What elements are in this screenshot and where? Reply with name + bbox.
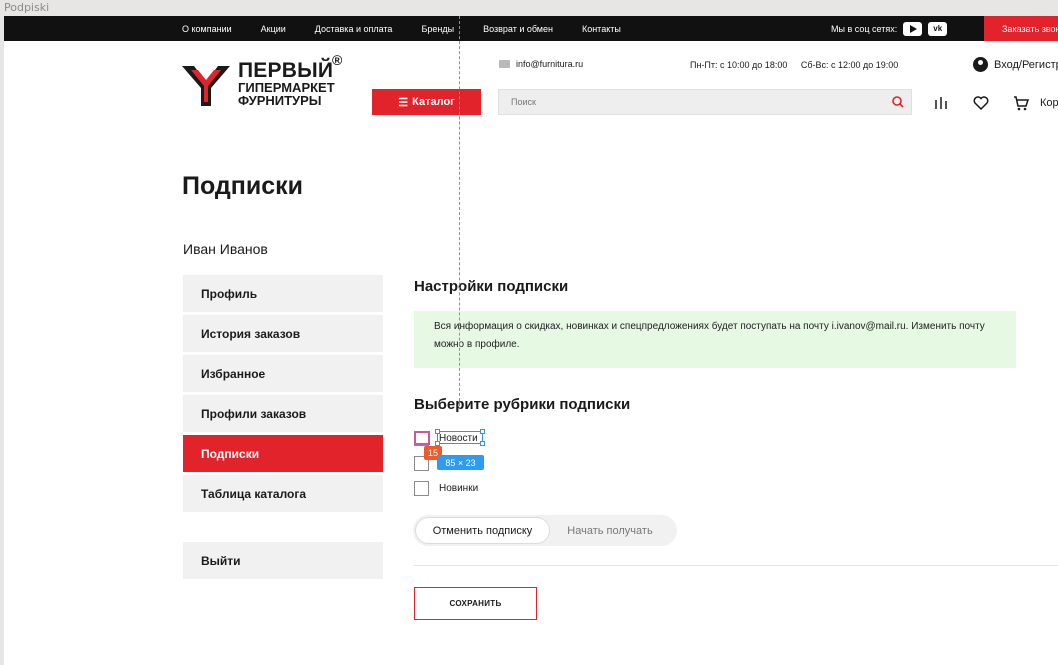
divider (414, 565, 1058, 566)
sidebar-item-favorites[interactable]: Избранное (183, 355, 383, 392)
selection-box (435, 429, 485, 446)
rubrics-title: Выберите рубрики подписки (414, 396, 631, 413)
catalog-button[interactable]: ☰ Каталог (372, 89, 481, 115)
selection-handle[interactable] (480, 441, 485, 446)
logo-mark-icon (182, 66, 230, 106)
work-hours: Пн-Пт: с 10:00 до 18:00 Сб-Вс: с 12:00 д… (690, 60, 909, 70)
social-label: Мы в соц сетях: (831, 23, 898, 34)
top-nav-contacts[interactable]: Контакты (582, 24, 621, 34)
size-badge: 85 × 23 (437, 455, 484, 470)
vk-icon[interactable]: vk (928, 21, 948, 36)
login-text: Вход/Регистрация (994, 58, 1058, 71)
start-receiving-option[interactable]: Начать получать (550, 517, 670, 544)
rubric-novelties-label: Новинки (439, 483, 479, 494)
search-icon[interactable] (885, 89, 911, 115)
page-title: Подписки (182, 172, 304, 200)
social-links: Мы в соц сетях: vk (831, 16, 948, 41)
cart-icon[interactable] (1012, 94, 1030, 112)
compare-icon[interactable] (932, 94, 950, 112)
sidebar-item-profile[interactable]: Профиль (183, 275, 383, 312)
selection-handle[interactable] (435, 429, 440, 434)
heart-icon[interactable] (972, 94, 990, 112)
email-text: info@furnitura.ru (516, 59, 584, 69)
top-nav-brands[interactable]: Бренды (421, 24, 454, 34)
top-bar: О компании Акции Доставка и оплата Бренд… (4, 16, 1058, 41)
layout-guide (459, 16, 460, 406)
rubric-novelties-checkbox[interactable] (414, 481, 429, 496)
frame-label: Podpiski (4, 1, 50, 14)
mail-icon (499, 60, 510, 68)
hours-weekdays: Пн-Пт: с 10:00 до 18:00 (690, 60, 788, 70)
sidebar-item-order-profiles[interactable]: Профили заказов (183, 395, 383, 432)
save-button[interactable]: СОХРАНИТЬ (414, 587, 537, 620)
sidebar-menu: Профиль История заказов Избранное Профил… (183, 275, 383, 515)
catalog-button-label: Каталог (412, 96, 455, 108)
search-bar (498, 89, 912, 115)
sidebar-item-subscriptions[interactable]: Подписки (183, 435, 383, 472)
selection-handle[interactable] (480, 429, 485, 434)
registered-mark: ® (332, 52, 343, 68)
logo-text: ПЕРВЫЙ ГИПЕРМАРКЕТ ФУРНИТУРЫ (238, 60, 335, 107)
top-nav-about[interactable]: О компании (182, 24, 232, 34)
subscription-toggle: Отменить подписку Начать получать (413, 515, 677, 546)
search-input[interactable] (499, 97, 885, 107)
spacing-highlight (414, 431, 430, 445)
order-call-button[interactable]: Заказать звонок (984, 16, 1058, 41)
logo[interactable]: ПЕРВЫЙ ГИПЕРМАРКЕТ ФУРНИТУРЫ ® (180, 52, 360, 116)
sidebar-item-order-history[interactable]: История заказов (183, 315, 383, 352)
top-nav-promotions[interactable]: Акции (261, 24, 286, 34)
info-box: Вся информация о скидках, новинках и спе… (414, 311, 1016, 368)
logo-line-1: ПЕРВЫЙ (238, 59, 334, 82)
login-link[interactable]: Вход/Регистрация (973, 57, 1058, 72)
sidebar-item-catalog-table[interactable]: Таблица каталога (183, 475, 383, 512)
settings-title: Настройки подписки (414, 278, 569, 295)
unsubscribe-option[interactable]: Отменить подписку (415, 517, 550, 544)
hours-weekend: Сб-Вс: с 12:00 до 19:00 (800, 60, 899, 70)
rubric-novelties[interactable]: Новинки (414, 481, 478, 496)
user-icon (973, 57, 988, 72)
artboard: О компании Акции Доставка и оплата Бренд… (4, 16, 1058, 665)
menu-icon: ☰ (398, 96, 409, 109)
logout-button[interactable]: Выйти (183, 542, 383, 579)
header-email[interactable]: info@furnitura.ru (499, 59, 583, 69)
top-nav-returns[interactable]: Возврат и обмен (483, 24, 553, 34)
top-nav-delivery[interactable]: Доставка и оплата (315, 24, 393, 34)
user-name: Иван Иванов (183, 241, 268, 257)
youtube-icon[interactable] (903, 21, 923, 36)
top-nav: О компании Акции Доставка и оплата Бренд… (182, 16, 650, 41)
logo-line-3: ФУРНИТУРЫ (238, 93, 322, 108)
cart-label[interactable]: Корзина (1040, 97, 1058, 109)
